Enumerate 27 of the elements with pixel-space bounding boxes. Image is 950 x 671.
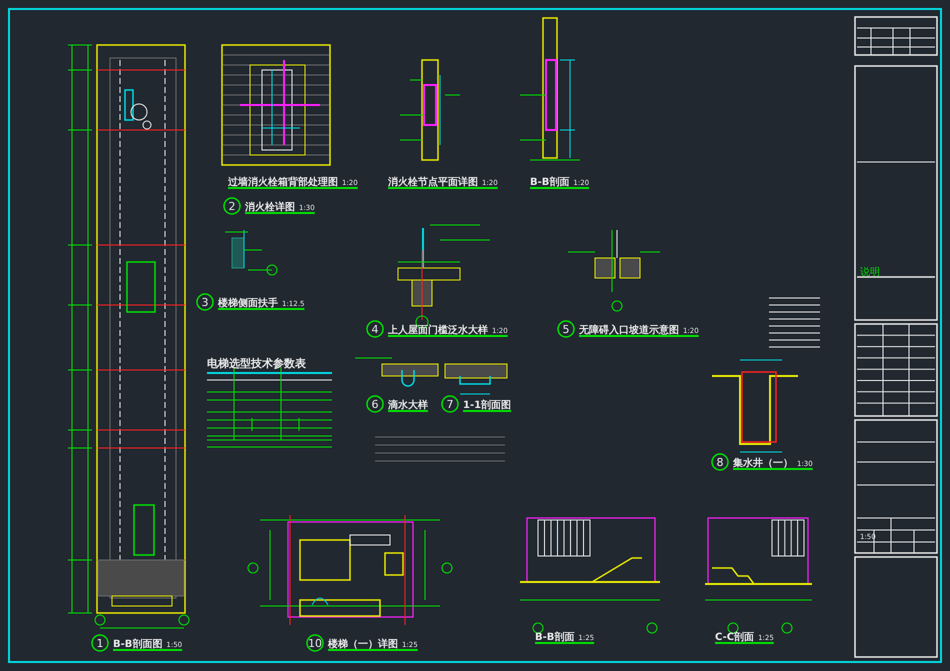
detail-number: 8 [711,453,729,471]
detail-title: B-B剖面图 [113,639,162,650]
detail-number: 3 [196,293,214,311]
detail-title: 滴水大样 [388,400,428,411]
detail-title: 集水井（一） [733,458,793,469]
detail-number: 10 [306,634,324,652]
detail-number: 6 [366,395,384,413]
detail-number: 4 [366,320,384,338]
table-title: 电梯选型技术参数表 [207,357,306,370]
detail-title: 过墙消火栓箱背部处理图 [228,177,338,188]
detail-title: B-B剖面 [535,632,574,643]
handrail-detail-drawing [224,230,278,276]
detail-title: 楼梯（一）详图 [328,639,398,650]
detail-title: 1-1剖面图 [463,400,512,411]
detail-title: 上人屋面门槛泛水大样 [388,325,488,336]
detail-title: 无障碍入口坡道示意图 [579,325,679,336]
detail-number: 5 [557,320,575,338]
detail-title: B-B剖面 [530,177,570,188]
detail-number: 2 [223,197,241,215]
detail-title: 楼梯侧面扶手 [218,298,278,309]
section-detail-drawing [444,364,508,394]
detail-number: 7 [441,395,459,413]
detail-title: 消火栓详图 [245,202,295,213]
detail-title: C-C剖面 [715,632,754,643]
title-block-note: 说明 [860,267,880,278]
detail-title: 消火栓节点平面详图 [388,177,478,188]
detail-number: 1 [91,634,109,652]
